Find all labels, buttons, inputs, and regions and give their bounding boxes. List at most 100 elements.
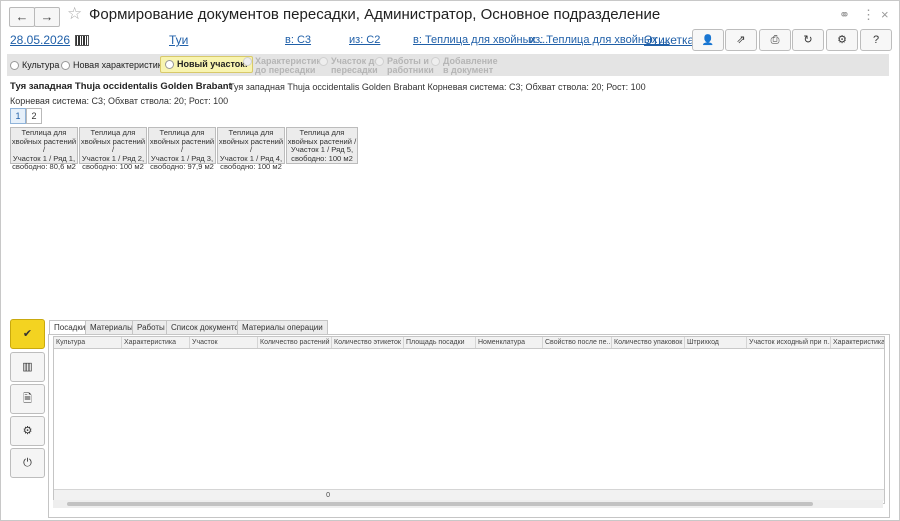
step-label: Новая характеристика <box>73 60 167 70</box>
step-label: Новый участок: <box>177 59 248 69</box>
check-icon: ✔ <box>22 328 33 340</box>
step-label: в документ <box>443 65 494 75</box>
column-header[interactable]: Площадь посадки <box>404 337 476 348</box>
product-description: Туя западная Thuja occidentalis Golden B… <box>229 82 646 92</box>
window-title: Формирование документов пересадки, Админ… <box>89 6 661 23</box>
from-variant-link[interactable]: из: С2 <box>349 34 380 46</box>
culture-link[interactable]: Туи <box>169 33 188 47</box>
column-header[interactable]: Культура <box>54 337 122 348</box>
plot-card[interactable]: Теплица для хвойных растений / Участок 1 /… <box>148 127 216 171</box>
plot-line: свободно: 100 м2 <box>220 162 282 172</box>
radio-icon <box>243 57 252 67</box>
tab-documents[interactable]: Список документов <box>166 320 249 334</box>
favorite-star-icon[interactable]: ☆ <box>67 4 82 24</box>
page-2-button[interactable]: 2 <box>26 108 42 124</box>
print-button[interactable]: ⎙ <box>759 29 791 51</box>
date-link[interactable]: 28.05.2026 <box>10 33 70 47</box>
document-button[interactable]: 🗎 <box>10 384 45 414</box>
plot-card[interactable]: Теплица для хвойных растений / Участок 1 /… <box>217 127 285 171</box>
refresh-button[interactable]: ↻ <box>792 29 824 51</box>
step-new-characteristic[interactable]: Новая характеристика <box>61 54 167 76</box>
horizontal-scrollbar[interactable] <box>53 500 883 508</box>
user-icon: 👤 <box>701 35 715 46</box>
step-plot-before: Участок до пересадки <box>319 57 380 79</box>
product-title: Туя западная Thuja occidentalis Golden B… <box>10 81 232 92</box>
plot-card[interactable]: Теплица для хвойных растений / Участок 1 /… <box>10 127 78 171</box>
gear-icon: ⚙ <box>22 425 33 437</box>
plot-line: свободно: 100 м2 <box>82 162 144 172</box>
column-header[interactable]: Характеристика <box>122 337 190 348</box>
step-culture[interactable]: Культура <box>10 54 59 76</box>
plot-line: хвойных растений / <box>149 136 215 155</box>
to-variant-link[interactable]: в: С3 <box>285 34 311 46</box>
column-header[interactable]: Количество этикеток <box>332 337 404 348</box>
gear-icon: ⚙ <box>837 34 847 46</box>
plot-line: свободно: 80,6 м2 <box>12 162 76 172</box>
plot-line: хвойных растений / <box>80 136 146 155</box>
step-add-to-document: Добавление в документ <box>431 57 498 79</box>
column-header[interactable]: Участок <box>190 337 258 348</box>
gear-button[interactable]: ⚙ <box>10 416 45 446</box>
plot-card[interactable]: Теплица для хвойных растений / Участок 1 /… <box>286 127 358 164</box>
plot-card[interactable]: Теплица для хвойных растений / Участок 1 /… <box>79 127 147 171</box>
page-1-button[interactable]: 1 <box>10 108 26 124</box>
printer-icon: ⎙ <box>770 34 780 46</box>
barcode-icon: ▥ <box>22 361 33 373</box>
step-label: работники <box>387 65 434 75</box>
forward-button[interactable]: → <box>34 7 60 27</box>
help-label: ? <box>872 34 880 46</box>
table-header: Культура Характеристика Участок Количест… <box>54 337 884 349</box>
radio-icon <box>319 57 328 67</box>
radio-icon <box>61 61 70 71</box>
arrow-up-right-icon: ⇗ <box>736 34 746 46</box>
settings-button[interactable]: ⚙ <box>826 29 858 51</box>
plot-line: хвойных растений / <box>218 136 284 155</box>
radio-icon <box>10 61 19 71</box>
tab-works[interactable]: Работы <box>132 320 170 334</box>
barcode-button[interactable]: ▥ <box>10 352 45 382</box>
radio-icon <box>165 60 174 70</box>
help-button[interactable]: ? <box>860 29 892 51</box>
close-icon[interactable]: × <box>881 7 889 22</box>
refresh-icon: ↻ <box>803 34 813 46</box>
more-menu-icon[interactable]: ⋮ <box>862 7 875 23</box>
plot-line: хвойных растений / <box>11 136 77 155</box>
tab-materials[interactable]: Материалы <box>85 320 138 334</box>
confirm-button[interactable]: ✔ <box>10 319 45 349</box>
column-header[interactable]: Участок исходный при п... <box>747 337 831 348</box>
tab-operation-materials[interactable]: Материалы операции <box>237 320 328 334</box>
radio-icon <box>375 57 384 67</box>
plot-line: свободно: 100 м2 <box>291 153 353 163</box>
plot-line: свободно: 97,9 м2 <box>150 162 214 172</box>
power-icon: ⏻ <box>23 457 32 469</box>
column-header[interactable]: Количество растений <box>258 337 332 348</box>
column-header[interactable]: Свойство после пе... <box>543 337 612 348</box>
column-header[interactable]: Номенклатура <box>476 337 543 348</box>
main-window: ← → ☆ Формирование документов пересадки,… <box>0 0 900 521</box>
scroll-thumb[interactable] <box>67 502 813 506</box>
step-characteristic-before: Характеристика до пересадки <box>243 57 326 79</box>
power-button[interactable]: ⏻ <box>10 448 45 478</box>
product-subtitle: Корневая система: С3; Обхват ствола: 20;… <box>10 96 229 106</box>
barcode-icon[interactable] <box>75 35 89 46</box>
step-new-plot[interactable]: Новый участок: <box>160 56 253 73</box>
arrow-left-icon: ← <box>15 9 29 24</box>
column-header[interactable]: Штрихкод <box>685 337 747 348</box>
column-header[interactable]: Количество упаковок <box>612 337 685 348</box>
step-works: Работы и работники <box>375 57 434 79</box>
move-button[interactable]: ⇗ <box>725 29 757 51</box>
link-icon[interactable]: ⚭ <box>839 7 850 23</box>
step-label: Культура <box>22 60 60 70</box>
arrow-right-icon: → <box>40 9 54 24</box>
to-location-link[interactable]: в: Теплица для хвойных ... <box>413 34 548 46</box>
user-button[interactable]: 👤 <box>692 29 724 51</box>
label-link[interactable]: Этикетка <box>644 33 694 47</box>
step-label: пересадки <box>331 65 378 75</box>
wizard-steps: Культура Новая характеристика Новый учас… <box>7 54 889 76</box>
column-header[interactable]: Характеристика <box>831 337 884 348</box>
document-icon: 🗎 <box>23 393 32 405</box>
back-button[interactable]: ← <box>9 7 35 27</box>
plantings-table[interactable]: Культура Характеристика Участок Количест… <box>53 336 885 504</box>
radio-icon <box>431 57 440 67</box>
step-label: до пересадки <box>255 65 316 75</box>
